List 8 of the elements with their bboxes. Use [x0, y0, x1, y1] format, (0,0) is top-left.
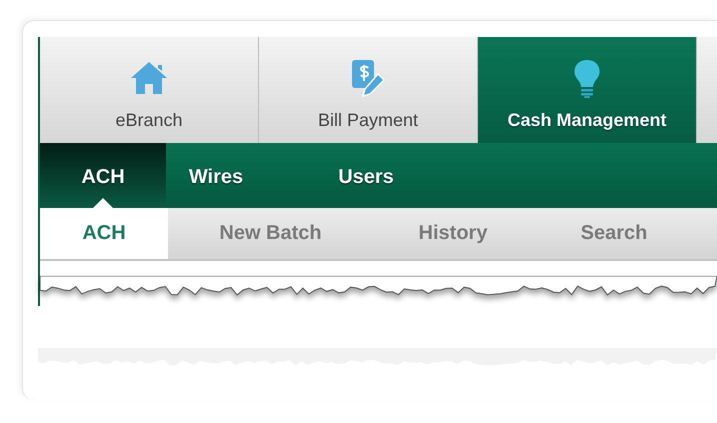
tab-label: eBranch: [115, 110, 183, 131]
sub-tab[interactable]: ACH: [40, 143, 166, 208]
sub-tab[interactable]: Users: [266, 143, 466, 208]
section-tab[interactable]: ACH: [40, 208, 168, 259]
tab-label: Cash Management: [507, 110, 667, 131]
sub-tab[interactable]: Wires: [166, 143, 266, 208]
tab-label: Bill Payment: [318, 110, 418, 131]
main-tab[interactable]: Cash Management: [478, 37, 697, 143]
